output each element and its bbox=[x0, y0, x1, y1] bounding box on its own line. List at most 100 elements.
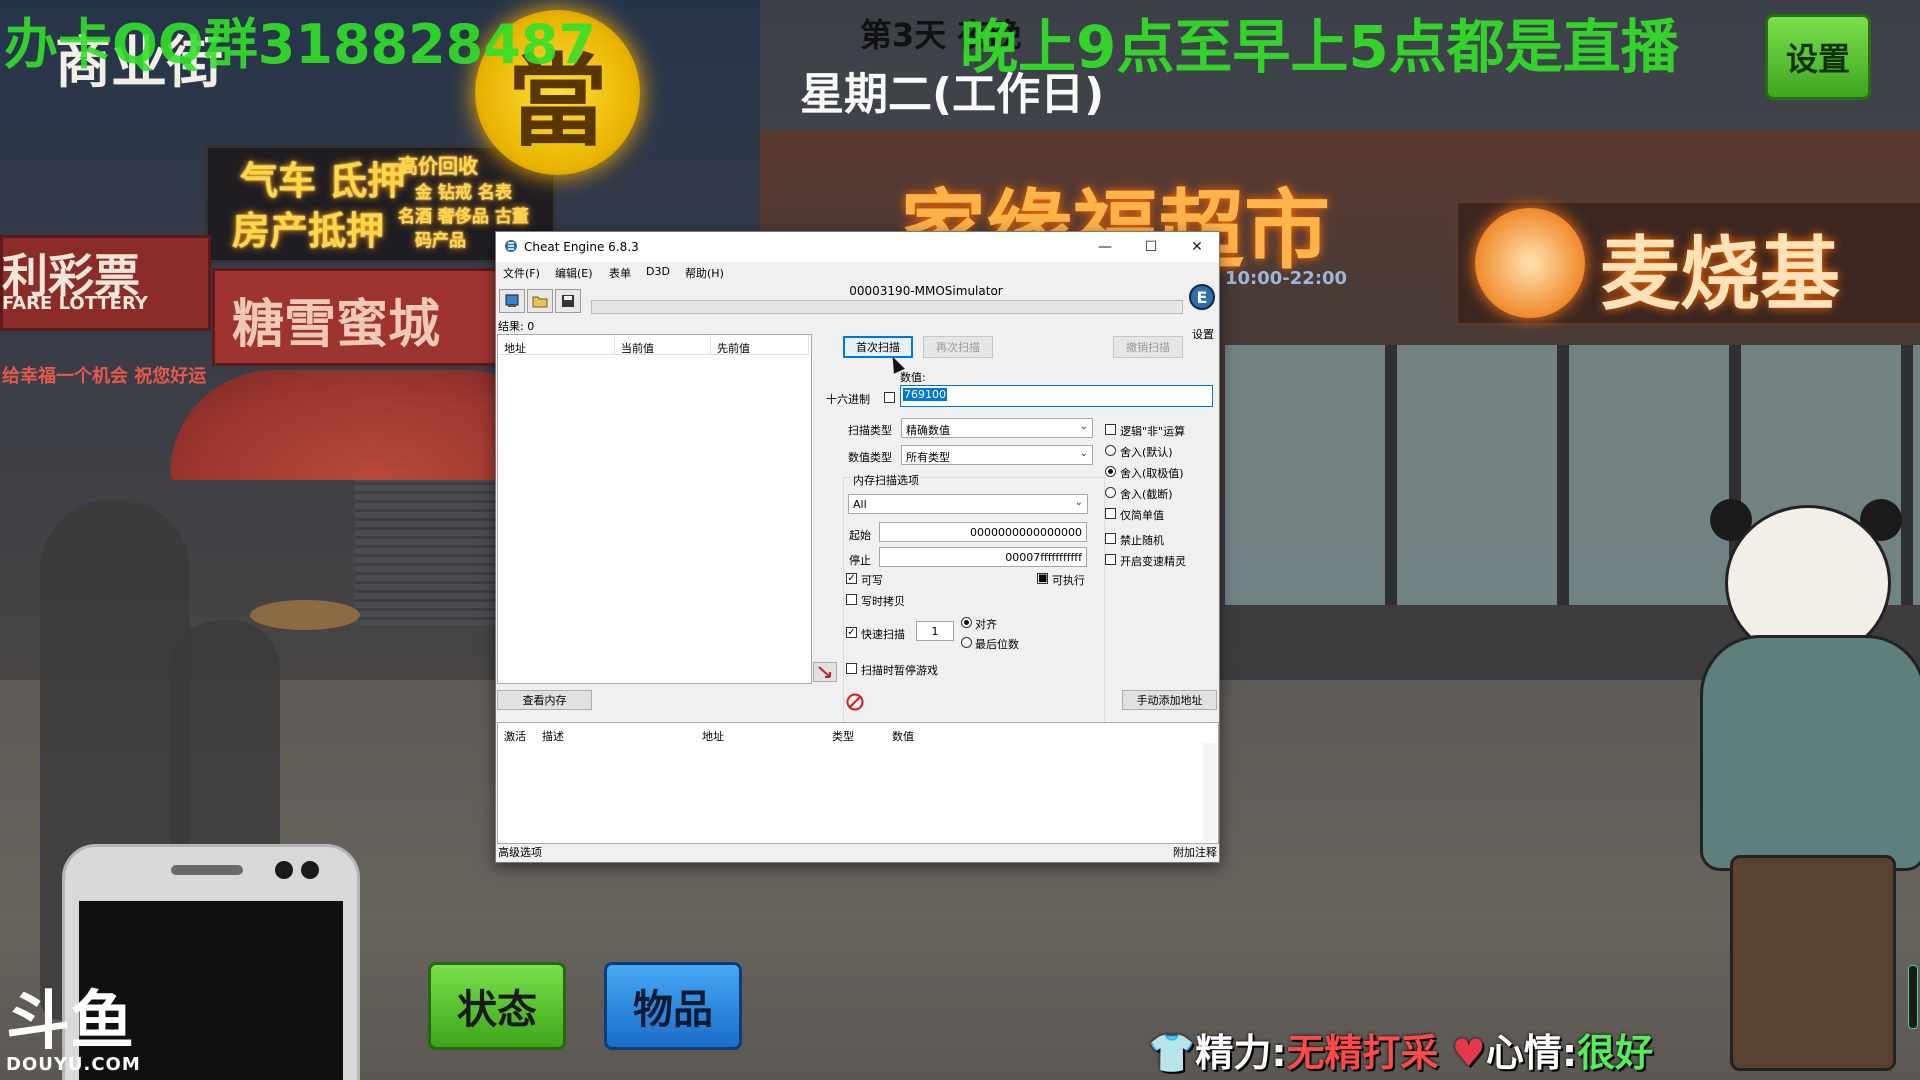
pause-game-label: 扫描时暂停游戏 bbox=[861, 664, 938, 677]
hex-label: 十六进制 bbox=[826, 393, 870, 406]
status-button[interactable]: 状态 bbox=[428, 962, 566, 1050]
pawn-items2: 名酒 奢侈品 古董 bbox=[398, 207, 529, 227]
last-digits-label: 最后位数 bbox=[975, 638, 1019, 651]
speedhack-checkbox[interactable] bbox=[1105, 554, 1116, 565]
phone-camera-2 bbox=[301, 861, 319, 879]
tangxue-text: 糖雪蜜城 bbox=[232, 295, 441, 355]
undo-scan-button[interactable]: 撤销扫描 bbox=[1113, 336, 1183, 358]
col-current-value[interactable]: 当前值 bbox=[615, 335, 711, 355]
maishaoji-text: 麦烧基 bbox=[1600, 228, 1840, 321]
pawn-items1: 金 钻戒 名表 bbox=[415, 183, 512, 203]
menu-table[interactable]: 表单 bbox=[609, 265, 631, 281]
not-operation-checkbox[interactable] bbox=[1105, 424, 1116, 435]
menu-file[interactable]: 文件(F) bbox=[503, 265, 540, 281]
open-process-button[interactable] bbox=[499, 289, 525, 313]
round-default-radio[interactable] bbox=[1105, 445, 1116, 456]
first-scan-button[interactable]: 首次扫描 bbox=[843, 336, 913, 358]
ce-settings-label[interactable]: 设置 bbox=[1192, 326, 1214, 342]
pawn-recycle: 高价回收 bbox=[398, 154, 478, 178]
settings-button[interactable]: 设置 bbox=[1765, 14, 1871, 100]
table-comments-label[interactable]: 附加注释 bbox=[1173, 844, 1217, 860]
address-list-scrollbar[interactable] bbox=[1203, 743, 1217, 841]
cafe-table bbox=[250, 600, 360, 630]
scan-type-select[interactable]: 精确数值 ⌄ bbox=[901, 418, 1093, 438]
items-button[interactable]: 物品 bbox=[604, 962, 742, 1050]
stop-address-input[interactable]: 00007fffffffffff bbox=[879, 547, 1087, 567]
scan-results-list[interactable]: 地址 当前值 先前值 bbox=[497, 334, 812, 684]
pawn-items3: 码产品 bbox=[415, 231, 466, 251]
heart-icon: ♥ bbox=[1451, 1031, 1486, 1075]
disable-random-label: 禁止随机 bbox=[1120, 534, 1164, 547]
writable-checkbox[interactable]: ✓ bbox=[846, 573, 857, 584]
menu-edit[interactable]: 编辑(E) bbox=[555, 265, 593, 281]
fast-scan-label: 快速扫描 bbox=[861, 628, 905, 641]
address-list[interactable]: 激活 描述 地址 类型 数值 bbox=[497, 722, 1219, 844]
minimize-button[interactable]: — bbox=[1082, 232, 1128, 262]
cheat-engine-window[interactable]: Cheat Engine 6.8.3 — ☐ ✕ 文件(F) 编辑(E) 表单 … bbox=[495, 231, 1220, 863]
align-radio[interactable] bbox=[961, 617, 972, 628]
executable-label: 可执行 bbox=[1052, 574, 1085, 587]
mood-value: 很好 bbox=[1577, 1031, 1654, 1075]
col-type[interactable]: 类型 bbox=[828, 723, 854, 743]
round-extreme-radio[interactable] bbox=[1105, 466, 1116, 477]
menu-help[interactable]: 帮助(H) bbox=[685, 265, 724, 281]
hex-checkbox[interactable] bbox=[884, 392, 895, 403]
value-input-text: 769100 bbox=[903, 388, 947, 401]
cheat-engine-logo-icon[interactable]: E bbox=[1188, 283, 1216, 315]
last-digits-radio[interactable] bbox=[961, 637, 972, 648]
chevron-down-icon: ⌄ bbox=[1074, 497, 1083, 508]
round-truncate-radio[interactable] bbox=[1105, 487, 1116, 498]
writable-label: 可写 bbox=[861, 574, 883, 587]
col-active[interactable]: 激活 bbox=[500, 723, 526, 743]
col-value[interactable]: 数值 bbox=[888, 723, 914, 743]
col-description[interactable]: 描述 bbox=[538, 723, 564, 743]
add-address-button[interactable]: 手动添加地址 bbox=[1122, 690, 1217, 710]
clear-list-button[interactable] bbox=[845, 692, 865, 712]
advanced-options-label[interactable]: 高级选项 bbox=[498, 844, 542, 860]
start-address-input[interactable]: 0000000000000000 bbox=[879, 522, 1087, 542]
maximize-button[interactable]: ☐ bbox=[1128, 232, 1174, 262]
value-type-label: 数值类型 bbox=[848, 451, 892, 464]
douyu-logo-domain: DOUYU.COM bbox=[6, 1054, 141, 1075]
col-address[interactable]: 地址 bbox=[498, 335, 615, 355]
arrow-icon bbox=[818, 666, 831, 678]
process-title: 00003190-MMOSimulator bbox=[849, 284, 1003, 298]
mood-label: 心情: bbox=[1485, 1031, 1578, 1075]
menu-d3d[interactable]: D3D bbox=[646, 265, 670, 278]
save-button[interactable] bbox=[555, 289, 581, 313]
slogan-text: 给幸福一个机会 祝您好运 bbox=[2, 366, 207, 387]
round-extreme-label: 舍入(取极值) bbox=[1120, 467, 1184, 480]
store-hours: 10:00-22:00 bbox=[1225, 268, 1348, 289]
pointer-scan-button[interactable] bbox=[813, 662, 837, 682]
live-banner: 晚上9点至早上5点都是直播 bbox=[960, 13, 1679, 81]
douyu-logo: 斗鱼 DOUYU.COM bbox=[6, 990, 141, 1075]
cheat-engine-icon bbox=[505, 240, 517, 252]
chevron-down-icon: ⌄ bbox=[1079, 421, 1088, 432]
fast-scan-input[interactable]: 1 bbox=[916, 621, 954, 641]
view-memory-button[interactable]: 查看内存 bbox=[497, 690, 592, 710]
result-count: 结果: 0 bbox=[498, 320, 535, 333]
ce-titlebar[interactable]: Cheat Engine 6.8.3 — ☐ ✕ bbox=[496, 232, 1219, 262]
next-scan-button[interactable]: 再次扫描 bbox=[923, 336, 993, 358]
panda-legs bbox=[1730, 855, 1896, 1071]
pawn-sign-line1: 气车 氐押 bbox=[240, 159, 406, 203]
executable-checkbox[interactable]: ■ bbox=[1037, 573, 1048, 584]
disable-random-checkbox[interactable] bbox=[1105, 533, 1116, 544]
value-type-select[interactable]: 所有类型 ⌄ bbox=[901, 445, 1093, 465]
fast-scan-checkbox[interactable]: ✓ bbox=[846, 627, 857, 638]
value-input[interactable]: 769100 bbox=[900, 385, 1213, 407]
phone-camera bbox=[275, 861, 293, 879]
col-previous-value[interactable]: 先前值 bbox=[711, 335, 809, 355]
phone-speaker bbox=[171, 865, 243, 875]
pause-game-checkbox[interactable] bbox=[846, 663, 857, 674]
simple-values-checkbox[interactable] bbox=[1105, 508, 1116, 519]
simple-values-label: 仅简单值 bbox=[1120, 509, 1164, 522]
close-button[interactable]: ✕ bbox=[1174, 232, 1220, 262]
copy-on-write-checkbox[interactable] bbox=[846, 594, 857, 605]
memory-region-value: All bbox=[853, 498, 867, 511]
col-addr[interactable]: 地址 bbox=[698, 723, 724, 743]
memory-region-select[interactable]: All ⌄ bbox=[848, 494, 1088, 514]
open-file-button[interactable] bbox=[527, 289, 553, 313]
round-truncate-label: 舍入(截断) bbox=[1120, 488, 1173, 501]
maishaoji-logo bbox=[1475, 208, 1585, 318]
